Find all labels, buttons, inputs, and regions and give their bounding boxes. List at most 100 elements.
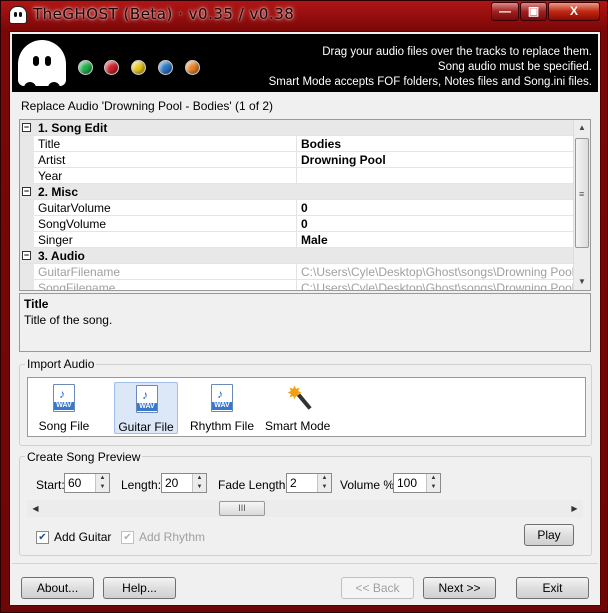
property-name: SongFilename: [38, 281, 116, 291]
replace-audio-label: Replace Audio 'Drowning Pool - Bodies' (…: [21, 99, 274, 113]
play-button[interactable]: Play: [524, 524, 574, 546]
add-guitar-checkbox[interactable]: ✔: [36, 531, 49, 544]
close-button[interactable]: X: [548, 2, 600, 21]
property-value[interactable]: Drowning Pool: [301, 153, 574, 167]
about-button[interactable]: About...: [21, 577, 94, 599]
add-rhythm-checkbox: ✔: [121, 531, 134, 544]
next-button[interactable]: Next >>: [423, 577, 496, 599]
instruction-line: Smart Mode accepts FOF folders, Notes fi…: [268, 76, 592, 88]
property-row-song-filename[interactable]: SongFilename C:\Users\Cyle\Desktop\Ghost…: [20, 280, 590, 291]
property-grid-scrollbar[interactable]: ▲ ≡ ▼: [573, 120, 590, 290]
back-button: << Back: [341, 577, 414, 599]
spin-up-icon[interactable]: ▲: [427, 474, 440, 483]
import-audio-list[interactable]: ♪ WAV Song File ♪ WAV Guitar File ♪ WAV Rhy…: [27, 377, 586, 437]
property-value[interactable]: 0: [301, 217, 574, 231]
spin-down-icon[interactable]: ▼: [193, 483, 206, 492]
category-row-song-edit[interactable]: − 1. Song Edit: [20, 120, 590, 136]
property-value: C:\Users\Cyle\Desktop\Ghost\songs\Drowni…: [301, 265, 574, 279]
header-instructions: Drag your audio files over the tracks to…: [269, 45, 592, 90]
wav-file-icon: ♪ WAV: [211, 384, 233, 412]
property-grid[interactable]: − 1. Song Edit Title Bodies Artist Drown…: [19, 119, 591, 291]
fade-length-label: Fade Length:: [218, 478, 289, 492]
property-name: Artist: [38, 153, 66, 167]
description-title: Title: [24, 297, 49, 311]
property-row-year[interactable]: Year: [20, 168, 590, 184]
property-value[interactable]: Bodies: [301, 137, 574, 151]
exit-button[interactable]: Exit: [516, 577, 589, 599]
fade-length-value[interactable]: 2: [290, 476, 297, 490]
add-rhythm-label: Add Rhythm: [139, 530, 206, 544]
help-button[interactable]: Help...: [103, 577, 176, 599]
title-bar[interactable]: TheGHOST (Beta) · v0.35 / v0.38 — ▣ X: [1, 1, 607, 29]
property-name: Year: [38, 169, 63, 183]
property-row-song-volume[interactable]: SongVolume 0: [20, 216, 590, 232]
property-value: C:\Users\Cyle\Desktop\Ghost\songs\Drowni…: [301, 281, 574, 291]
spin-down-icon[interactable]: ▼: [427, 483, 440, 492]
start-value[interactable]: 60: [68, 476, 81, 490]
volume-label: Volume %:: [340, 478, 398, 492]
song-file-button[interactable]: ♪ WAV Song File: [32, 382, 96, 434]
spin-up-icon[interactable]: ▲: [96, 474, 109, 483]
window-title: TheGHOST (Beta) · v0.35 / v0.38: [33, 5, 295, 23]
property-row-artist[interactable]: Artist Drowning Pool: [20, 152, 590, 168]
client-area: Drag your audio files over the tracks to…: [9, 31, 601, 606]
property-value[interactable]: Male: [301, 233, 574, 247]
property-name: GuitarFilename: [38, 265, 121, 279]
minimize-button[interactable]: —: [491, 2, 519, 21]
property-row-title[interactable]: Title Bodies: [20, 136, 590, 152]
description-text: Title of the song.: [24, 313, 113, 327]
property-row-guitar-filename[interactable]: GuitarFilename C:\Users\Cyle\Desktop\Gho…: [20, 264, 590, 280]
red-status-dot-icon: [104, 60, 119, 75]
scroll-down-icon[interactable]: ▼: [574, 274, 590, 290]
length-value[interactable]: 20: [165, 476, 178, 490]
smart-mode-button[interactable]: ✸ Smart Mode: [265, 382, 330, 434]
guitar-file-button[interactable]: ♪ WAV Guitar File: [114, 382, 178, 434]
yellow-status-dot-icon: [131, 60, 146, 75]
scrollbar-thumb[interactable]: ≡: [575, 138, 589, 248]
scroll-up-icon[interactable]: ▲: [574, 120, 590, 136]
instruction-line: Drag your audio files over the tracks to…: [322, 46, 592, 58]
add-guitar-label[interactable]: Add Guitar: [54, 530, 111, 544]
property-row-singer[interactable]: Singer Male: [20, 232, 590, 248]
footer-divider: [12, 563, 598, 564]
category-row-misc[interactable]: − 2. Misc: [20, 184, 590, 200]
property-description-panel: Title Title of the song.: [19, 293, 591, 352]
scroll-right-icon[interactable]: ▶: [566, 500, 583, 517]
preview-position-scrollbar[interactable]: ◀ III ▶: [27, 500, 583, 517]
magic-wand-icon: ✸: [287, 384, 312, 412]
volume-stepper[interactable]: 100 ▲ ▼: [393, 473, 441, 493]
orange-status-dot-icon: [185, 60, 200, 75]
wav-file-icon: ♪ WAV: [53, 384, 75, 412]
ghost-app-icon: [9, 6, 27, 24]
scrollbar-thumb[interactable]: III: [219, 501, 265, 516]
start-label: Start:: [36, 478, 65, 492]
spin-up-icon[interactable]: ▲: [193, 474, 206, 483]
fade-length-stepper[interactable]: 2 ▲ ▼: [286, 473, 332, 493]
volume-value[interactable]: 100: [397, 476, 417, 490]
maximize-button[interactable]: ▣: [520, 2, 547, 21]
category-row-audio[interactable]: − 3. Audio: [20, 248, 590, 264]
collapse-icon[interactable]: −: [22, 123, 31, 132]
header-banner: Drag your audio files over the tracks to…: [12, 34, 598, 92]
app-window: TheGHOST (Beta) · v0.35 / v0.38 — ▣ X Dr…: [0, 0, 608, 613]
import-audio-label: Import Audio: [25, 357, 97, 371]
collapse-icon[interactable]: −: [22, 251, 31, 260]
create-song-preview-label: Create Song Preview: [25, 450, 143, 464]
spin-down-icon[interactable]: ▼: [318, 483, 331, 492]
green-status-dot-icon: [78, 60, 93, 75]
property-name: SongVolume: [38, 217, 107, 231]
property-row-guitar-volume[interactable]: GuitarVolume 0: [20, 200, 590, 216]
property-name: GuitarVolume: [38, 201, 111, 215]
start-stepper[interactable]: 60 ▲ ▼: [64, 473, 110, 493]
rhythm-file-button[interactable]: ♪ WAV Rhythm File: [190, 382, 254, 434]
ghost-logo-icon: [18, 40, 66, 90]
instruction-line: Song audio must be specified.: [437, 61, 592, 73]
length-stepper[interactable]: 20 ▲ ▼: [161, 473, 207, 493]
property-value[interactable]: 0: [301, 201, 574, 215]
property-name: Title: [38, 137, 61, 151]
collapse-icon[interactable]: −: [22, 187, 31, 196]
spin-down-icon[interactable]: ▼: [96, 483, 109, 492]
scroll-left-icon[interactable]: ◀: [27, 500, 44, 517]
spin-up-icon[interactable]: ▲: [318, 474, 331, 483]
wav-file-icon: ♪ WAV: [136, 385, 158, 413]
